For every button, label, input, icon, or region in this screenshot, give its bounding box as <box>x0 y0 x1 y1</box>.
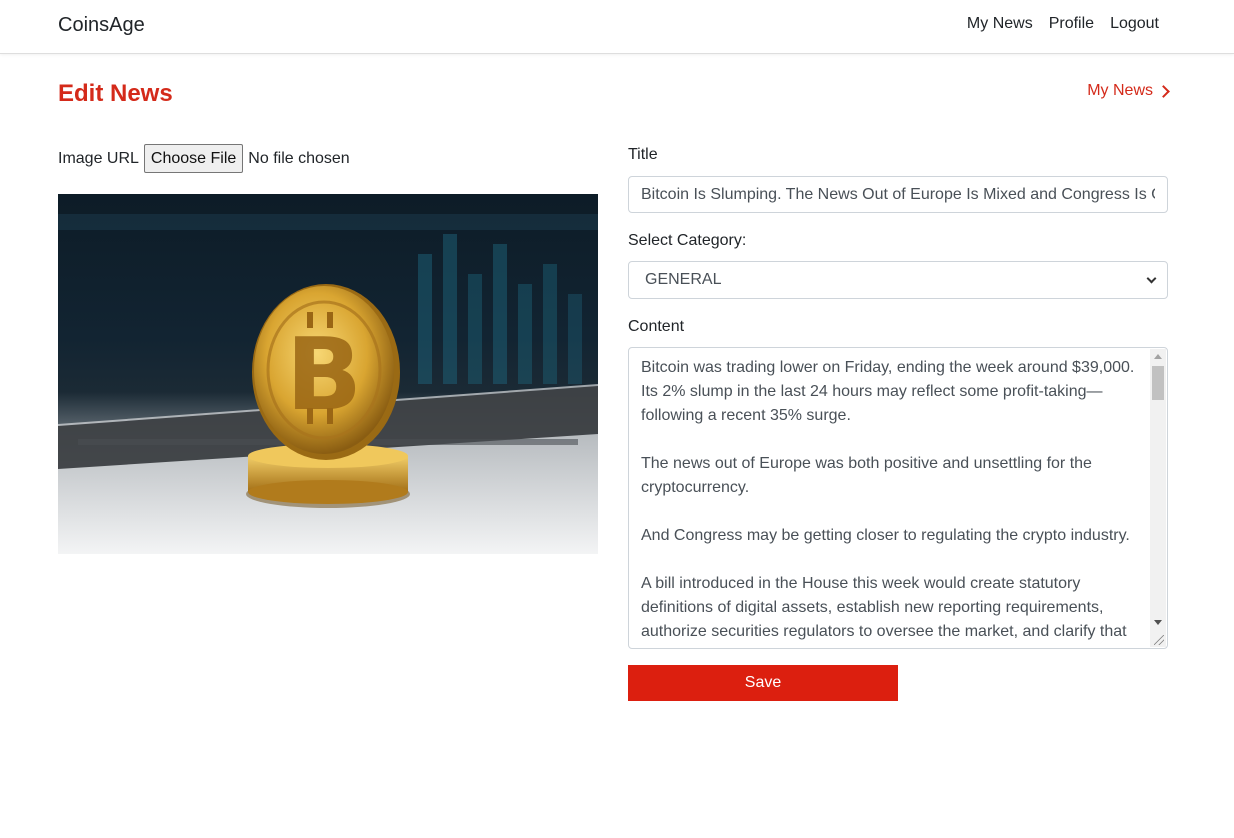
file-status-text: No file chosen <box>248 149 350 167</box>
image-url-label: Image URL <box>58 149 139 167</box>
category-selected-value: GENERAL <box>645 271 722 288</box>
content-label: Content <box>628 318 685 335</box>
title-input[interactable] <box>628 176 1168 213</box>
my-news-link-label: My News <box>1087 82 1153 99</box>
content-paragraph: And Congress may be getting closer to re… <box>641 527 1130 544</box>
nav-link-my-news[interactable]: My News <box>967 15 1033 33</box>
svg-text:B: B <box>286 316 362 433</box>
content-paragraph: A bill introduced in the House this week… <box>641 575 1127 640</box>
save-button[interactable]: Save <box>628 665 898 701</box>
my-news-link[interactable]: My News <box>1087 82 1170 100</box>
content-paragraph: The news out of Europe was both positive… <box>641 455 1092 496</box>
nav-links: My News Profile Logout <box>967 15 1159 33</box>
content-text: Bitcoin was trading lower on Friday, end… <box>641 356 1146 648</box>
top-navbar: CoinsAge My News Profile Logout <box>0 0 1234 54</box>
content-paragraph: Bitcoin was trading lower on Friday, end… <box>641 359 1135 424</box>
content-textarea[interactable]: Bitcoin was trading lower on Friday, end… <box>628 347 1168 649</box>
bitcoin-coin-illustration: B <box>58 214 598 554</box>
nav-link-logout[interactable]: Logout <box>1110 15 1159 33</box>
category-select[interactable]: GENERAL <box>628 261 1168 299</box>
page-title: Edit News <box>58 80 173 107</box>
category-label: Select Category: <box>628 232 747 249</box>
news-image-preview: B <box>58 194 598 554</box>
choose-file-button[interactable]: Choose File <box>143 144 244 173</box>
resize-grip-icon[interactable] <box>1154 635 1164 645</box>
brand-logo-link[interactable]: CoinsAge <box>58 14 145 37</box>
title-label: Title <box>628 146 658 163</box>
scroll-down-arrow-icon[interactable] <box>1154 620 1162 625</box>
chevron-right-icon <box>1157 84 1170 98</box>
scrollbar-thumb[interactable] <box>1152 366 1164 400</box>
nav-link-profile[interactable]: Profile <box>1049 15 1094 33</box>
content-scrollbar[interactable] <box>1150 349 1166 647</box>
image-upload-row: Image URL Choose File No file chosen <box>58 144 350 173</box>
chevron-down-icon <box>1146 273 1157 283</box>
scroll-up-arrow-icon[interactable] <box>1154 354 1162 359</box>
